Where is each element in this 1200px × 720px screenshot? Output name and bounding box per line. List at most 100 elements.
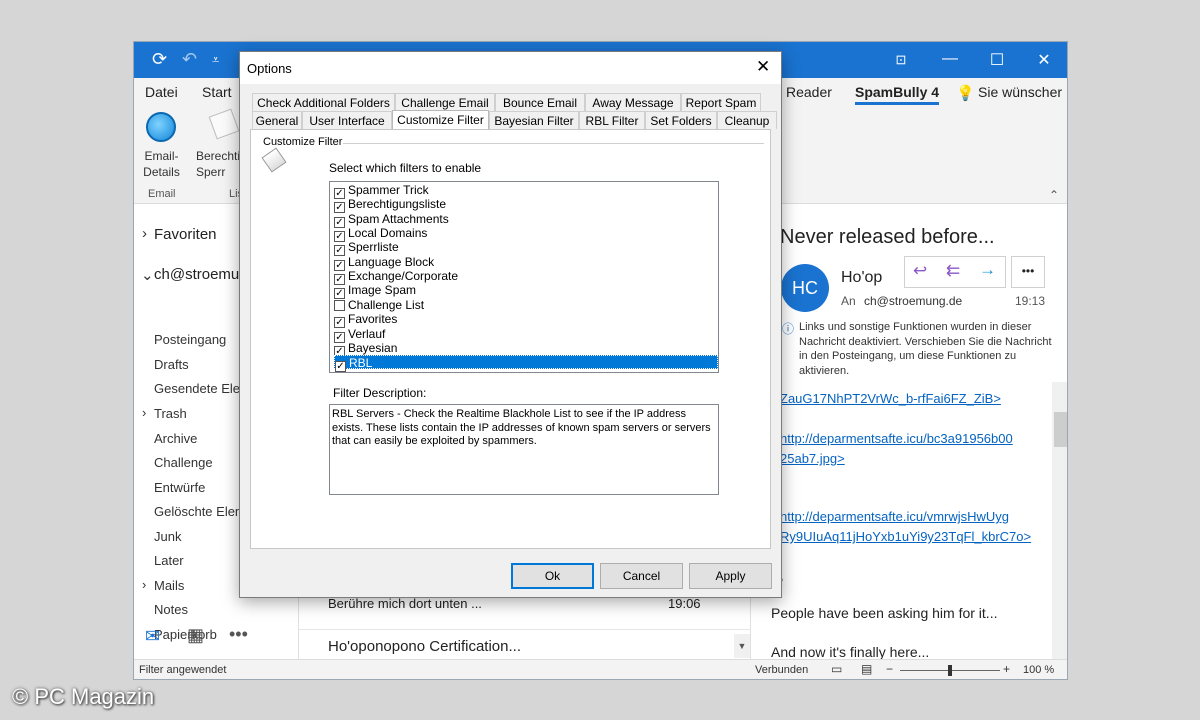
- checkbox-checked-icon[interactable]: ✓: [335, 361, 346, 373]
- folder-item[interactable]: Later: [154, 553, 184, 568]
- zoom-out-icon[interactable]: −: [886, 662, 893, 676]
- folder-item[interactable]: Mails: [154, 578, 184, 593]
- filter-option[interactable]: ✓ Bayesian: [334, 341, 718, 357]
- filters-prompt: Select which filters to enable: [329, 161, 482, 175]
- filter-label: Verlauf: [348, 326, 386, 341]
- minimize-button[interactable]: —: [935, 50, 965, 68]
- permission-list-icon[interactable]: [208, 108, 240, 140]
- folder-item[interactable]: Papierkorb: [154, 627, 217, 642]
- filter-option[interactable]: ✓ Sperrliste: [334, 240, 718, 257]
- menu-start[interactable]: Start: [202, 84, 232, 100]
- filter-option[interactable]: ✓ Berechtigungsliste: [334, 197, 718, 214]
- account-header[interactable]: ch@stroemun: [154, 266, 248, 283]
- folder-item[interactable]: Archive: [154, 431, 197, 446]
- reading-view-icon[interactable]: ▤: [861, 662, 872, 676]
- menu-reader[interactable]: Reader: [786, 84, 832, 100]
- close-icon[interactable]: ✕: [756, 57, 770, 77]
- tab-away-message[interactable]: Away Message: [585, 93, 681, 111]
- reading-scrollbar[interactable]: [1052, 382, 1067, 659]
- checkbox-unchecked-icon[interactable]: [334, 299, 345, 311]
- tab-challenge-email[interactable]: Challenge Email: [395, 93, 495, 111]
- message-subject[interactable]: Berühre mich dort unten ...: [328, 596, 482, 611]
- filter-option[interactable]: ✓ Spam Attachments: [334, 212, 718, 228]
- body-link[interactable]: http://deparmentsafte.icu/vmrwjsHwUyg: [780, 509, 1009, 524]
- tab-customize-filter[interactable]: Customize Filter: [392, 110, 489, 130]
- filter-option[interactable]: ✓ Verlauf: [334, 326, 718, 343]
- more-actions-button[interactable]: •••: [1011, 256, 1045, 288]
- email-details-icon[interactable]: [146, 112, 176, 142]
- filter-option[interactable]: ✓ Local Domains: [334, 226, 718, 243]
- folder-item[interactable]: Challenge: [154, 455, 213, 470]
- folder-item[interactable]: Entwürfe: [154, 480, 205, 495]
- cancel-button[interactable]: Cancel: [600, 563, 683, 589]
- filter-checklist[interactable]: ✓ Spammer Trick ✓ Berechtigungsliste ✓ Spam A…: [329, 181, 719, 373]
- body-link[interactable]: Ry9UIuAq11jHoYxb1uYi9y23TqFl_kbrC7o>: [780, 529, 1031, 544]
- collapse-ribbon-icon[interactable]: ⌃: [1049, 188, 1059, 202]
- body-link[interactable]: ZauG17NhPT2VrWc_b-rfFai6FZ_ZiB>: [780, 391, 1001, 406]
- chevron-right-icon[interactable]: ›: [142, 405, 146, 420]
- maximize-button[interactable]: ☐: [982, 50, 1012, 70]
- mail-nav-icon[interactable]: ✉: [145, 626, 160, 647]
- info-icon: ⓘ: [782, 322, 795, 336]
- sync-icon[interactable]: ⟳: [152, 49, 167, 70]
- filter-option[interactable]: ✓ Image Spam: [334, 283, 718, 300]
- more-nav-icon[interactable]: •••: [229, 624, 248, 645]
- filter-option[interactable]: ✓ Exchange/Corporate: [334, 269, 718, 286]
- list-scroll-down[interactable]: ▼: [734, 634, 750, 658]
- recipient: ch@stroemung.de: [864, 294, 963, 308]
- apply-button[interactable]: Apply: [689, 563, 772, 589]
- body-link[interactable]: http://deparmentsafte.icu/bc3a91956b00: [780, 431, 1013, 446]
- body-text: And now it's finally here...: [771, 644, 930, 659]
- normal-view-icon[interactable]: ▭: [831, 662, 842, 676]
- filter-label: Favorites: [348, 312, 398, 327]
- message-subject[interactable]: Ho'oponopono Certification...: [328, 638, 521, 655]
- reply-all-icon[interactable]: ⇇: [946, 261, 960, 281]
- calendar-nav-icon[interactable]: ▦: [187, 625, 204, 646]
- reading-pane: Never released before... HC Ho'op An ch@…: [752, 204, 1067, 659]
- folder-item[interactable]: Drafts: [154, 357, 189, 372]
- filter-label: RBL: [349, 356, 373, 371]
- folder-item[interactable]: Gesendete Elem: [154, 381, 251, 396]
- menu-datei[interactable]: Datei: [145, 84, 178, 100]
- favorites-header[interactable]: Favoriten: [154, 226, 217, 243]
- folder-item[interactable]: Junk: [154, 529, 181, 544]
- tab-rbl-filter[interactable]: RBL Filter: [579, 111, 645, 129]
- email-details-button[interactable]: Email- Details: [134, 148, 189, 180]
- undo-icon[interactable]: ↶: [182, 49, 197, 70]
- forward-icon[interactable]: →: [979, 260, 996, 280]
- quick-access-dropdown-icon[interactable]: ⩡: [212, 52, 219, 68]
- folder-item[interactable]: Trash: [154, 406, 187, 421]
- zoom-slider[interactable]: [900, 665, 1000, 676]
- tell-me-search[interactable]: Sie wünscher: [978, 84, 1062, 100]
- tab-set-folders[interactable]: Set Folders: [645, 111, 717, 129]
- body-link[interactable]: 25ab7.jpg>: [780, 451, 845, 466]
- section-divider: [343, 143, 764, 144]
- ok-button[interactable]: Ok: [511, 563, 594, 589]
- filter-option[interactable]: Challenge List: [334, 298, 718, 312]
- sender-name[interactable]: Ho'op: [841, 269, 882, 287]
- tab-general[interactable]: General: [252, 111, 302, 129]
- tab-cleanup[interactable]: Cleanup: [717, 111, 777, 129]
- reply-icon[interactable]: ↩: [913, 261, 927, 281]
- zoom-in-icon[interactable]: +: [1003, 662, 1010, 676]
- avatar[interactable]: HC: [781, 264, 829, 312]
- filter-option[interactable]: ✓ Favorites: [334, 312, 718, 329]
- filter-description[interactable]: RBL Servers - Check the Realtime Blackho…: [329, 404, 719, 495]
- tab-check-additional-folders[interactable]: Check Additional Folders: [252, 93, 395, 111]
- close-window-button[interactable]: ✕: [1029, 50, 1059, 70]
- tab-bounce-email[interactable]: Bounce Email: [495, 93, 585, 111]
- email-body: ​ ZauG17NhPT2VrWc_b-rfFai6FZ_ZiB> http:/…: [752, 376, 1067, 659]
- tab-user-interface[interactable]: User Interface: [302, 111, 392, 129]
- filter-option[interactable]: ✓ RBL: [334, 355, 718, 373]
- tab-report-spam[interactable]: Report Spam: [681, 93, 761, 111]
- chevron-down-icon[interactable]: ⌄: [141, 266, 154, 284]
- chevron-right-icon[interactable]: ›: [142, 577, 146, 592]
- menu-spambully[interactable]: SpamBully 4: [855, 84, 940, 105]
- folder-item[interactable]: Posteingang: [154, 332, 226, 347]
- chevron-right-icon[interactable]: ›: [142, 225, 147, 242]
- filter-option[interactable]: ✓ Language Block: [334, 255, 718, 271]
- folder-item[interactable]: Notes: [154, 602, 188, 617]
- tab-bayesian-filter[interactable]: Bayesian Filter: [489, 111, 579, 129]
- ribbon-display-icon[interactable]: ⊡: [886, 52, 916, 68]
- filter-option[interactable]: ✓ Spammer Trick: [334, 183, 718, 199]
